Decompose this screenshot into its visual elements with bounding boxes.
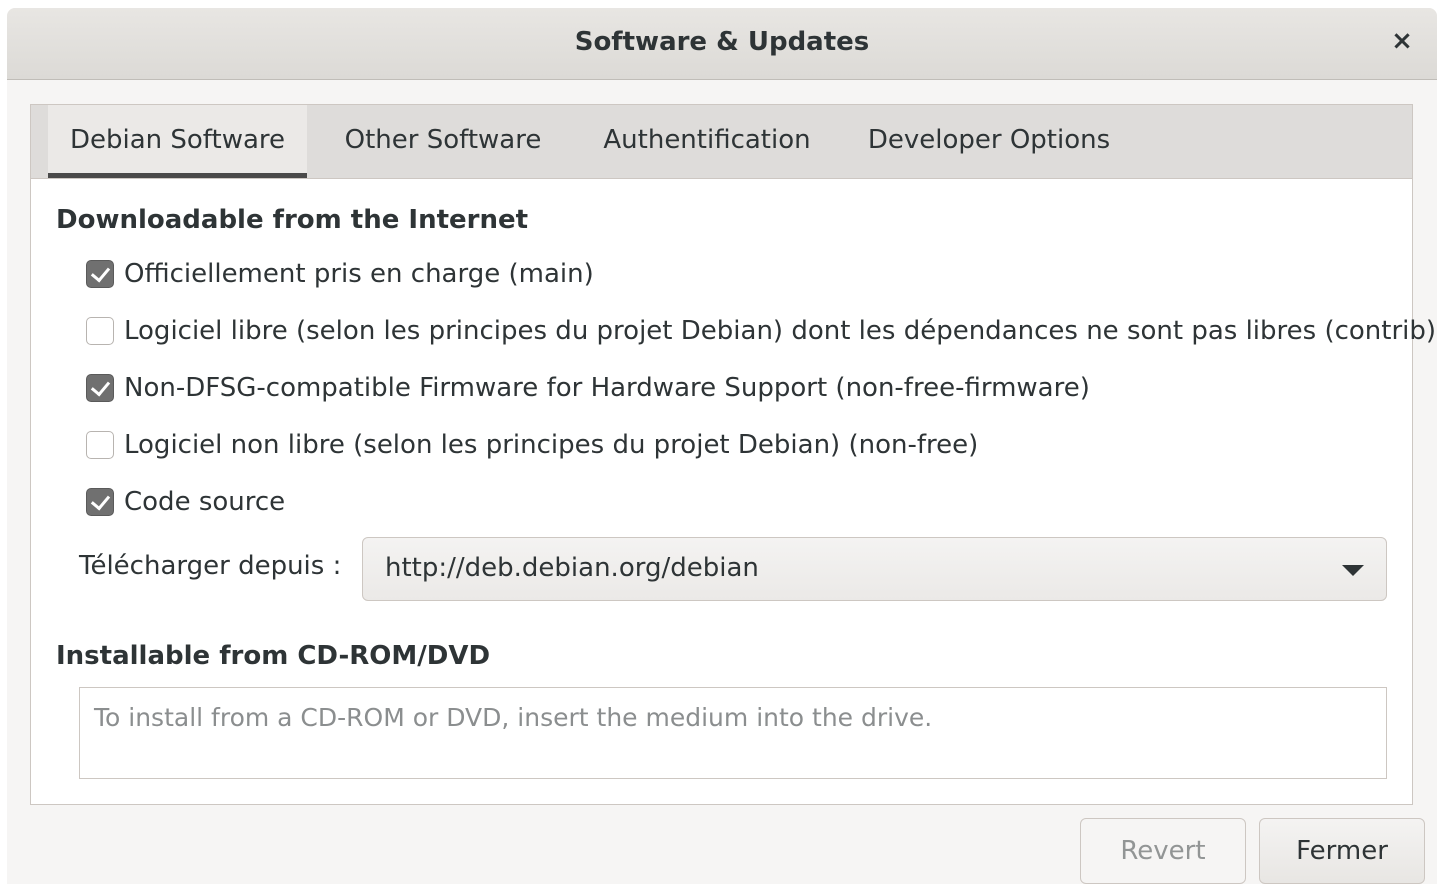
component-source-code-row[interactable]: Code source: [86, 482, 285, 522]
checkbox-non-free[interactable]: [86, 431, 114, 459]
component-main-row[interactable]: Officiellement pris en charge (main): [86, 254, 594, 294]
cdrom-list[interactable]: To install from a CD-ROM or DVD, insert …: [79, 687, 1387, 779]
title-bar[interactable]: Software & Updates ×: [7, 8, 1437, 80]
cdrom-placeholder: To install from a CD-ROM or DVD, insert …: [94, 703, 933, 732]
window-title: Software & Updates: [574, 27, 870, 57]
component-non-free-firmware-row[interactable]: Non-DFSG-compatible Firmware for Hardwar…: [86, 368, 1090, 408]
component-main-label: Officiellement pris en charge (main): [124, 259, 594, 289]
component-non-free-firmware-label: Non-DFSG-compatible Firmware for Hardwar…: [124, 373, 1090, 403]
component-non-free-label: Logiciel non libre (selon les principes …: [124, 430, 979, 460]
tab-notebook: Debian Software Other Software Authentif…: [30, 104, 1436, 805]
close-button[interactable]: Fermer: [1259, 818, 1425, 884]
tab-developer-options[interactable]: Developer Options: [855, 105, 1123, 178]
tab-bar: Debian Software Other Software Authentif…: [31, 105, 1412, 179]
internet-section-heading: Downloadable from the Internet: [56, 205, 529, 235]
component-source-code-label: Code source: [124, 487, 286, 517]
checkbox-non-free-firmware[interactable]: [86, 374, 114, 402]
download-server-value: http://deb.debian.org/debian: [385, 553, 759, 583]
cdrom-section-heading: Installable from CD-ROM/DVD: [56, 641, 491, 671]
tab-debian-software[interactable]: Debian Software: [48, 105, 307, 178]
tab-authentification[interactable]: Authentification: [587, 105, 827, 178]
revert-button[interactable]: Revert: [1080, 818, 1246, 884]
download-server-select[interactable]: http://deb.debian.org/debian: [362, 537, 1387, 601]
software-updates-window: Software & Updates × Debian Software Oth…: [7, 8, 1437, 884]
close-icon[interactable]: ×: [1387, 26, 1417, 56]
download-from-label: Télécharger depuis :: [79, 551, 342, 581]
component-contrib-label: Logiciel libre (selon les principes du p…: [124, 316, 1437, 346]
component-contrib-row[interactable]: Logiciel libre (selon les principes du p…: [86, 311, 1436, 351]
tab-other-software[interactable]: Other Software: [327, 105, 559, 178]
checkbox-source-code[interactable]: [86, 488, 114, 516]
checkbox-main[interactable]: [86, 260, 114, 288]
component-non-free-row[interactable]: Logiciel non libre (selon les principes …: [86, 425, 978, 465]
dropdown-arrow-icon: [1342, 565, 1364, 576]
checkbox-contrib[interactable]: [86, 317, 114, 345]
